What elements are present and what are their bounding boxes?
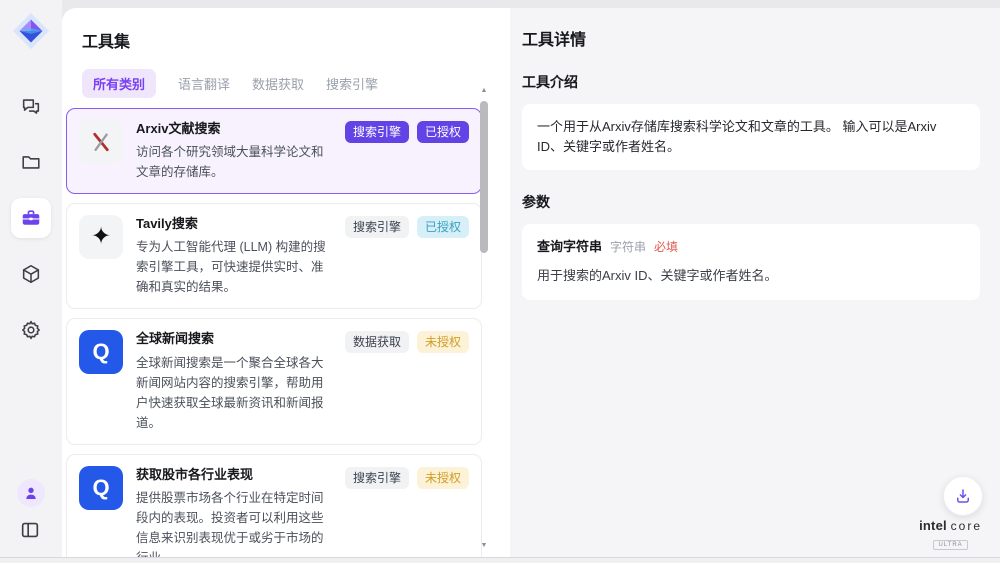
arxiv-icon — [79, 120, 123, 164]
qmind-icon: Q — [79, 330, 123, 374]
chat-icon — [20, 95, 42, 117]
list-scrollbar[interactable]: ▲ ▼ — [479, 85, 489, 551]
tool-title: 全球新闻搜索 — [136, 330, 332, 348]
category-tab[interactable]: 数据获取 — [252, 69, 304, 98]
window-bottom-edge — [0, 557, 1000, 563]
tool-card[interactable]: ✦ Tavily搜索 专为人工智能代理 (LLM) 构建的搜索引擎工具，可快速提… — [66, 203, 482, 309]
category-tab[interactable]: 语言翻译 — [178, 69, 230, 98]
tavily-icon: ✦ — [79, 215, 123, 259]
param-name: 查询字符串 — [537, 237, 602, 257]
params-heading: 参数 — [522, 192, 980, 212]
param-card: 查询字符串 字符串 必填 用于搜索的Arxiv ID、关键字或作者姓名。 — [522, 224, 980, 299]
category-badge: 数据获取 — [345, 331, 409, 353]
user-avatar[interactable] — [17, 479, 45, 507]
intro-heading: 工具介绍 — [522, 72, 980, 92]
tool-card[interactable]: Q 获取股市各行业表现 提供股票市场各个行业在特定时间段内的表现。投资者可以利用… — [66, 454, 482, 557]
auth-status-badge: 已授权 — [417, 121, 469, 143]
tool-list: Arxiv文献搜索 访问各个研究领域大量科学论文和文章的存储库。 搜索引擎 已授… — [66, 108, 482, 557]
scrollbar-down-arrow-icon[interactable]: ▼ — [479, 542, 489, 549]
category-badge: 搜索引擎 — [345, 467, 409, 489]
param-header-row: 查询字符串 字符串 必填 — [537, 237, 965, 257]
tool-description: 提供股票市场各个行业在特定时间段内的表现。投资者可以利用这些信息来识别表现优于或… — [136, 488, 332, 557]
tool-list-panel: 工具集 所有类别语言翻译数据获取搜索引擎 Arxiv文献搜索 访问各个研究领域大… — [62, 8, 510, 557]
rail-nav — [11, 86, 51, 350]
scrollbar-thumb[interactable] — [480, 101, 488, 253]
tool-card[interactable]: Q 全球新闻搜索 全球新闻搜索是一个聚合全球各大新闻网站内容的搜索引擎，帮助用户… — [66, 318, 482, 444]
category-badge: 搜索引擎 — [345, 216, 409, 238]
download-icon — [954, 487, 972, 505]
app-logo — [12, 12, 50, 50]
param-type: 字符串 — [610, 238, 646, 257]
auth-status-badge: 未授权 — [417, 331, 469, 353]
cube-icon — [20, 263, 42, 285]
auth-status-badge: 已授权 — [417, 216, 469, 238]
tool-description: 全球新闻搜索是一个聚合全球各大新闻网站内容的搜索引擎，帮助用户快速获取全球最新资… — [136, 353, 332, 433]
category-badge: 搜索引擎 — [345, 121, 409, 143]
tool-title: Arxiv文献搜索 — [136, 120, 332, 138]
tool-detail-panel: 工具详情 工具介绍 一个用于从Arxiv存储库搜索科学论文和文章的工具。 输入可… — [510, 8, 1000, 557]
sidebar-item-settings[interactable] — [11, 310, 51, 350]
param-description: 用于搜索的Arxiv ID、关键字或作者姓名。 — [537, 266, 965, 286]
rail-bottom — [17, 479, 45, 543]
tool-description: 专为人工智能代理 (LLM) 构建的搜索引擎工具，可快速提供实时、准确和真实的结… — [136, 237, 332, 297]
category-tabs: 所有类别语言翻译数据获取搜索引擎 — [82, 69, 510, 98]
qmind-icon: Q — [79, 466, 123, 510]
collapse-sidebar-icon[interactable] — [19, 519, 43, 543]
scrollbar-up-arrow-icon[interactable]: ▲ — [479, 87, 489, 94]
tool-description: 访问各个研究领域大量科学论文和文章的存储库。 — [136, 142, 332, 182]
brand-ultra-badge: ULTRA — [933, 540, 967, 550]
sidebar-item-folder[interactable] — [11, 142, 51, 182]
folder-icon — [20, 151, 42, 173]
toolbox-icon — [20, 207, 42, 229]
intel-core-logo: intel core ULTRA — [919, 518, 982, 551]
tool-card[interactable]: Arxiv文献搜索 访问各个研究领域大量科学论文和文章的存储库。 搜索引擎 已授… — [66, 108, 482, 194]
page-title: 工具集 — [82, 28, 510, 52]
brand-word-intel: intel — [919, 518, 947, 533]
brand-word-core: core — [951, 519, 982, 533]
sidebar-item-chat[interactable] — [11, 86, 51, 126]
param-required-badge: 必填 — [654, 238, 678, 257]
download-button[interactable] — [943, 476, 983, 516]
sidebar-item-cube[interactable] — [11, 254, 51, 294]
settings-icon — [20, 319, 42, 341]
intro-text: 一个用于从Arxiv存储库搜索科学论文和文章的工具。 输入可以是Arxiv ID… — [537, 119, 936, 154]
category-tab[interactable]: 所有类别 — [82, 69, 156, 98]
sidebar-item-toolbox[interactable] — [11, 198, 51, 238]
detail-title: 工具详情 — [522, 26, 980, 50]
app-window: { "list_panel": { "title": "工具集", "tabs"… — [0, 0, 1000, 563]
auth-status-badge: 未授权 — [417, 467, 469, 489]
intro-card: 一个用于从Arxiv存储库搜索科学论文和文章的工具。 输入可以是Arxiv ID… — [522, 104, 980, 170]
category-tab[interactable]: 搜索引擎 — [326, 69, 378, 98]
left-rail — [0, 0, 62, 557]
tool-title: 获取股市各行业表现 — [136, 466, 332, 484]
tool-title: Tavily搜索 — [136, 215, 332, 233]
